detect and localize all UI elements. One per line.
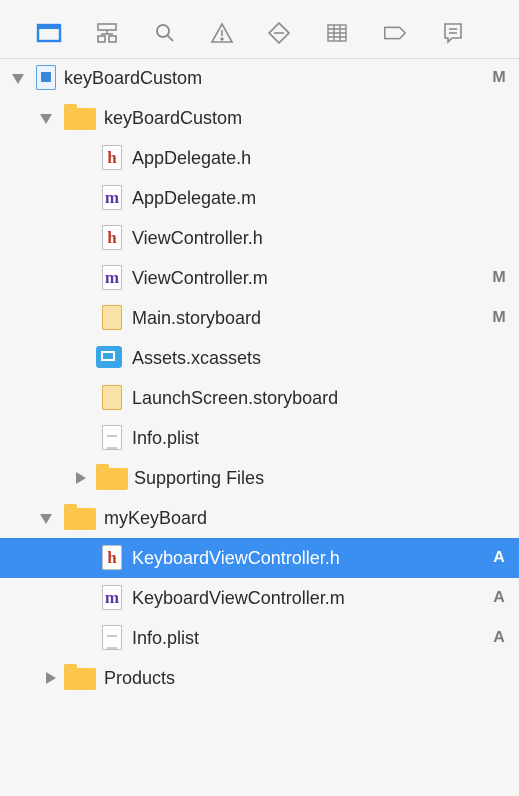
scm-status-badge: M	[492, 69, 506, 86]
tree-row-group[interactable]: Products	[0, 658, 519, 698]
scm-status-badge: A	[493, 629, 505, 646]
objc-file-icon: m	[102, 185, 122, 210]
disclosure-triangle-collapsed-icon[interactable]	[76, 472, 86, 484]
header-file-icon: h	[102, 545, 122, 570]
tree-row-label: KeyboardViewController.h	[132, 548, 340, 568]
tree-row-file[interactable]: h AppDelegate.h	[0, 138, 519, 178]
tree-row-label: KeyboardViewController.m	[132, 588, 345, 608]
folder-icon	[64, 504, 96, 530]
tree-row-file[interactable]: Info.plist	[0, 418, 519, 458]
objc-file-icon: m	[102, 265, 122, 290]
storyboard-file-icon	[102, 385, 122, 410]
tree-row-project[interactable]: keyBoardCustom M	[0, 58, 519, 98]
tree-row-label: myKeyBoard	[104, 508, 208, 528]
tree-row-label: LaunchScreen.storyboard	[132, 388, 339, 408]
asset-catalog-icon	[96, 346, 122, 368]
tree-row-label: AppDelegate.m	[132, 188, 257, 208]
report-navigator-icon[interactable]	[440, 20, 466, 46]
symbol-navigator-icon[interactable]	[94, 20, 120, 46]
tree-row-label: ViewController.h	[132, 228, 263, 248]
folder-icon	[96, 464, 128, 490]
tree-row-label: AppDelegate.h	[132, 148, 252, 168]
header-file-icon: h	[102, 145, 122, 170]
disclosure-triangle-expanded-icon[interactable]	[40, 514, 52, 524]
find-navigator-icon[interactable]	[152, 20, 178, 46]
objc-file-icon: m	[102, 585, 122, 610]
plist-file-icon	[102, 425, 122, 450]
disclosure-triangle-expanded-icon[interactable]	[40, 114, 52, 124]
test-navigator-icon[interactable]	[266, 20, 292, 46]
tree-row-file[interactable]: Assets.xcassets	[0, 338, 519, 378]
tree-row-label: Supporting Files	[134, 468, 265, 488]
scm-status-badge: A	[493, 589, 505, 606]
tree-row-file[interactable]: m AppDelegate.m	[0, 178, 519, 218]
navigator-toolbar	[0, 0, 519, 59]
breakpoint-navigator-icon[interactable]	[382, 20, 408, 46]
disclosure-triangle-collapsed-icon[interactable]	[46, 672, 56, 684]
project-file-icon	[36, 65, 56, 90]
tree-row-file[interactable]: Main.storyboard M	[0, 298, 519, 338]
tree-row-file[interactable]: Info.plist A	[0, 618, 519, 658]
header-file-icon: h	[102, 225, 122, 250]
tree-row-file[interactable]: m ViewController.m M	[0, 258, 519, 298]
debug-navigator-icon[interactable]	[324, 20, 350, 46]
tree-row-label: Info.plist	[132, 428, 200, 448]
tree-row-group[interactable]: myKeyBoard	[0, 498, 519, 538]
plist-file-icon	[102, 625, 122, 650]
tree-row-file-selected[interactable]: h KeyboardViewController.h A	[0, 538, 519, 578]
tree-row-file[interactable]: LaunchScreen.storyboard	[0, 378, 519, 418]
tree-row-label: keyBoardCustom	[104, 108, 243, 128]
scm-status-badge: M	[492, 269, 506, 286]
tree-row-file[interactable]: m KeyboardViewController.m A	[0, 578, 519, 618]
tree-row-label: Info.plist	[132, 628, 200, 648]
storyboard-file-icon	[102, 305, 122, 330]
disclosure-triangle-expanded-icon[interactable]	[12, 74, 24, 84]
tree-row-file[interactable]: h ViewController.h	[0, 218, 519, 258]
scm-status-badge: M	[492, 309, 506, 326]
tree-row-label: Products	[104, 668, 176, 688]
issue-navigator-icon[interactable]	[209, 20, 235, 46]
tree-row-label: Assets.xcassets	[132, 348, 262, 368]
tree-row-label: Main.storyboard	[132, 308, 262, 328]
tree-row-label: ViewController.m	[132, 268, 268, 288]
tree-row-label: keyBoardCustom	[64, 68, 203, 88]
folder-icon	[64, 104, 96, 130]
tree-row-group[interactable]: Supporting Files	[0, 458, 519, 498]
project-navigator-icon[interactable]	[36, 20, 62, 46]
tree-row-group[interactable]: keyBoardCustom	[0, 98, 519, 138]
folder-icon	[64, 664, 96, 690]
scm-status-badge: A	[493, 549, 505, 566]
